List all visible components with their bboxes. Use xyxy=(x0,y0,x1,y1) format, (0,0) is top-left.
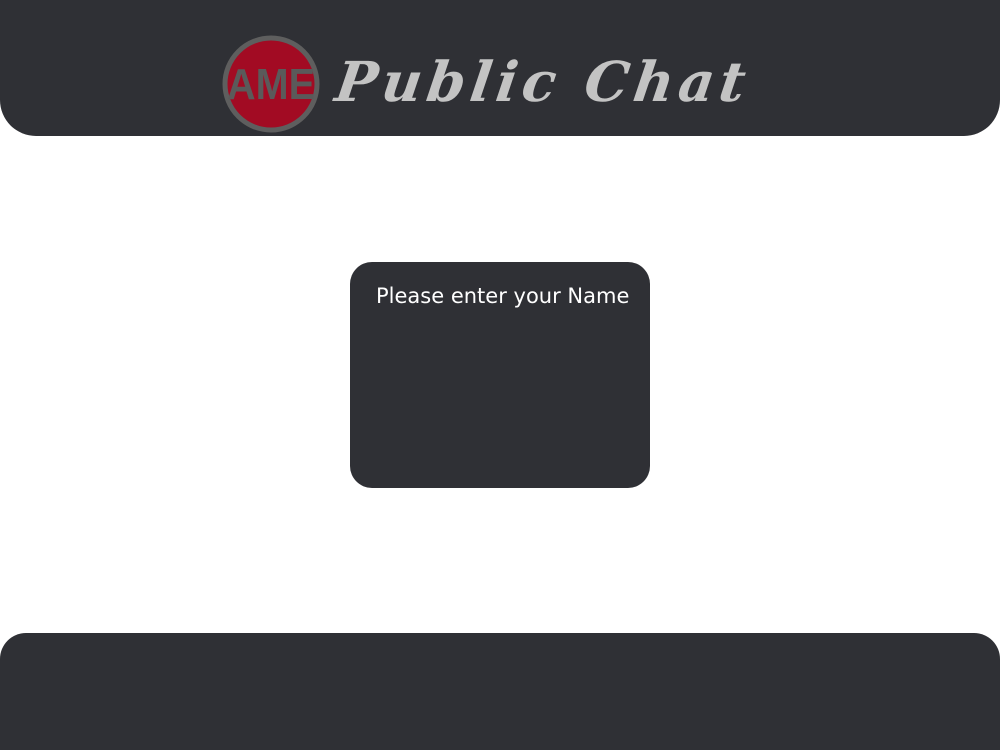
name-entry-card: Please enter your Name xyxy=(350,262,650,488)
name-prompt-label: Please enter your Name xyxy=(376,284,630,308)
logo-text: AME xyxy=(227,60,315,109)
ame-logo-icon: AME xyxy=(222,35,320,133)
app-title: Public Chat xyxy=(331,49,755,114)
chat-login-page: AME Public Chat Please enter your Name xyxy=(0,0,1000,750)
footer-bar xyxy=(0,633,1000,750)
name-input[interactable] xyxy=(376,332,624,366)
header-bar: AME Public Chat xyxy=(0,0,1000,136)
